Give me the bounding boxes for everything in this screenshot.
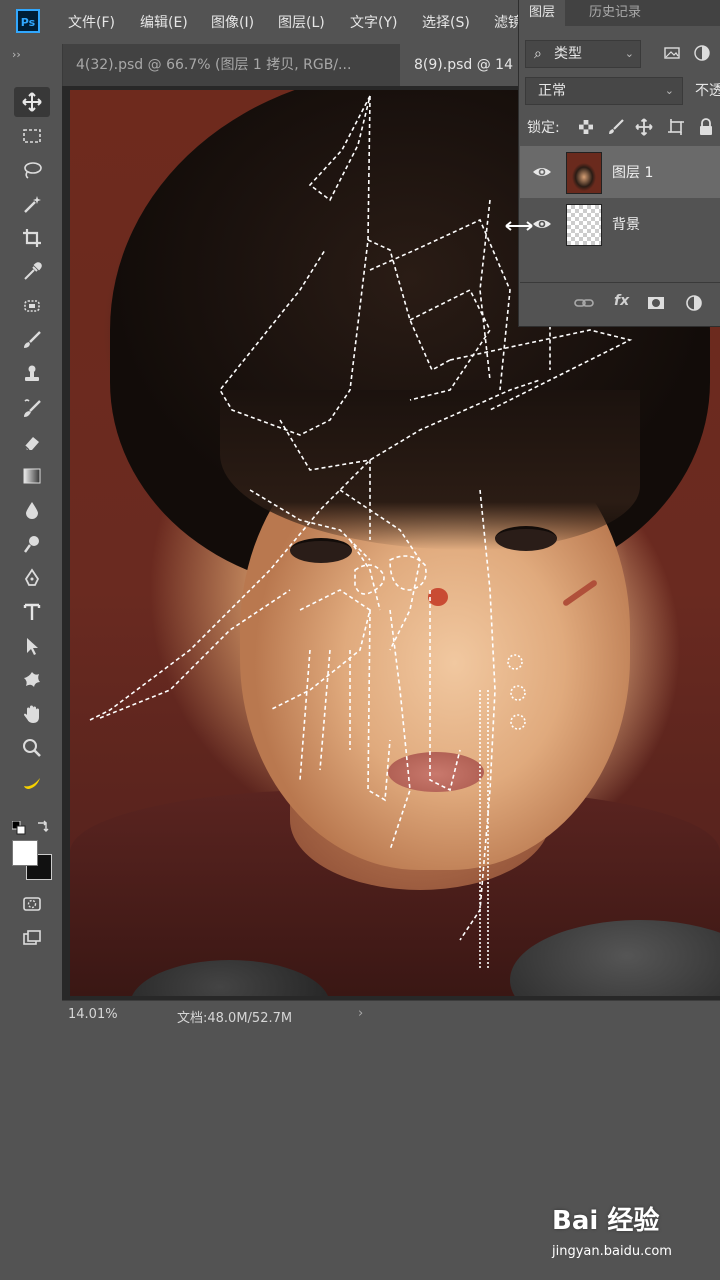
blend-mode-dropdown[interactable]: 正常 ⌄	[525, 77, 683, 105]
search-icon: ⌕	[534, 46, 542, 62]
tab-document-1-label: 4(32).psd @ 66.7% (图层 1 拷贝, RGB/...	[76, 57, 352, 73]
banana-tool-icon[interactable]	[14, 767, 50, 797]
layer-filter-dropdown[interactable]: ⌕ 类型 ⌄	[525, 40, 641, 68]
tools-panel: ››	[0, 44, 63, 984]
layer-name[interactable]: 背景	[612, 214, 640, 234]
swap-colors-icon[interactable]	[36, 818, 50, 832]
dodge-tool-icon[interactable]	[14, 529, 50, 559]
layer-thumbnail	[566, 152, 602, 194]
magic-wand-tool-icon[interactable]	[14, 189, 50, 219]
layer-row-background[interactable]: 背景	[520, 198, 720, 250]
blend-mode-label: 正常	[538, 83, 566, 99]
opacity-label[interactable]: 不透	[695, 80, 720, 100]
quick-mask-icon[interactable]	[14, 889, 50, 919]
visibility-eye-icon[interactable]	[532, 214, 552, 234]
history-brush-tool-icon[interactable]	[14, 393, 50, 423]
tab-document-1[interactable]: 4(32).psd @ 66.7% (图层 1 拷贝, RGB/...	[62, 44, 406, 86]
tab-layers[interactable]: 图层	[519, 0, 566, 26]
collapse-toolbar-icon[interactable]: ››	[12, 48, 21, 61]
photoshop-logo[interactable]: Ps	[16, 9, 40, 33]
lasso-tool-icon[interactable]	[14, 155, 50, 185]
layer-thumbnail	[566, 204, 602, 246]
brush-tool-icon[interactable]	[14, 325, 50, 355]
adjustment-filter-icon[interactable]	[693, 44, 711, 62]
menu-image[interactable]: 图像(I)	[211, 12, 254, 32]
lock-image-pixels-icon[interactable]	[607, 118, 625, 136]
watermark-url: jingyan.baidu.com	[552, 1244, 672, 1259]
layer-row-layer-1[interactable]: 图层 1	[520, 146, 720, 198]
menu-layer[interactable]: 图层(L)	[278, 12, 325, 32]
mask-icon[interactable]	[646, 293, 666, 313]
fx-icon[interactable]: fx	[614, 293, 634, 313]
watermark-logo: Bai 经验	[552, 1206, 660, 1236]
document-tab-bar: 4(32).psd @ 66.7% (图层 1 拷贝, RGB/... × 8(…	[62, 44, 536, 86]
tab-history[interactable]: 历史记录	[579, 0, 651, 26]
menu-select[interactable]: 选择(S)	[422, 12, 470, 32]
default-colors-icon[interactable]	[11, 820, 26, 835]
clone-stamp-tool-icon[interactable]	[14, 359, 50, 389]
crop-tool-icon[interactable]	[14, 223, 50, 253]
lock-label: 锁定:	[527, 120, 560, 136]
lock-position-icon[interactable]	[635, 118, 653, 136]
custom-shape-tool-icon[interactable]	[14, 665, 50, 695]
gradient-tool-icon[interactable]	[14, 461, 50, 491]
blur-tool-icon[interactable]	[14, 495, 50, 525]
layers-panel: 图层 历史记录 ⌕ 类型 ⌄ 正常 ⌄ 不透 锁定: 图层 1 背景 fx	[518, 0, 720, 327]
zoom-level[interactable]: 14.01%	[68, 1007, 118, 1022]
type-tool-icon[interactable]	[14, 597, 50, 627]
menu-edit[interactable]: 编辑(E)	[140, 12, 188, 32]
tab-document-2-label: 8(9).psd @ 14	[414, 57, 513, 73]
menu-type[interactable]: 文字(Y)	[350, 12, 397, 32]
tab-document-2[interactable]: 8(9).psd @ 14	[400, 44, 536, 86]
path-selection-tool-icon[interactable]	[14, 631, 50, 661]
foreground-color-swatch[interactable]	[12, 840, 38, 866]
layer-name[interactable]: 图层 1	[612, 162, 653, 182]
eyedropper-tool-icon[interactable]	[14, 257, 50, 287]
eraser-tool-icon[interactable]	[14, 427, 50, 457]
lock-artboard-icon[interactable]	[667, 118, 685, 136]
chevron-down-icon: ⌄	[664, 84, 674, 97]
zoom-tool-icon[interactable]	[14, 733, 50, 763]
layers-panel-tabs: 图层 历史记录	[519, 0, 720, 26]
visibility-eye-icon[interactable]	[532, 162, 552, 182]
link-icon[interactable]	[574, 293, 594, 313]
healing-brush-tool-icon[interactable]	[14, 291, 50, 321]
marquee-tool-icon[interactable]	[14, 121, 50, 151]
screen-mode-icon[interactable]	[14, 924, 50, 954]
hand-tool-icon[interactable]	[14, 699, 50, 729]
menu-file[interactable]: 文件(F)	[68, 12, 115, 32]
lock-all-icon[interactable]	[697, 118, 715, 136]
adjustment-icon[interactable]	[684, 293, 704, 313]
baidu-watermark: Bai 经验 jingyan.baidu.com	[552, 1200, 720, 1266]
chevron-right-icon[interactable]: ›	[358, 1006, 363, 1021]
lock-transparent-pixels-icon[interactable]	[577, 118, 595, 136]
move-tool-icon[interactable]	[14, 87, 50, 117]
pen-tool-icon[interactable]	[14, 563, 50, 593]
resize-cursor-icon	[504, 218, 534, 232]
chevron-down-icon: ⌄	[624, 47, 634, 60]
image-filter-icon[interactable]	[663, 44, 681, 62]
layer-filter-label: 类型	[554, 46, 582, 62]
status-bar: 14.01% 文档:48.0M/52.7M ›	[62, 1000, 720, 1029]
document-size: 文档:48.0M/52.7M	[177, 1011, 293, 1026]
layers-panel-footer: fx	[520, 282, 720, 327]
